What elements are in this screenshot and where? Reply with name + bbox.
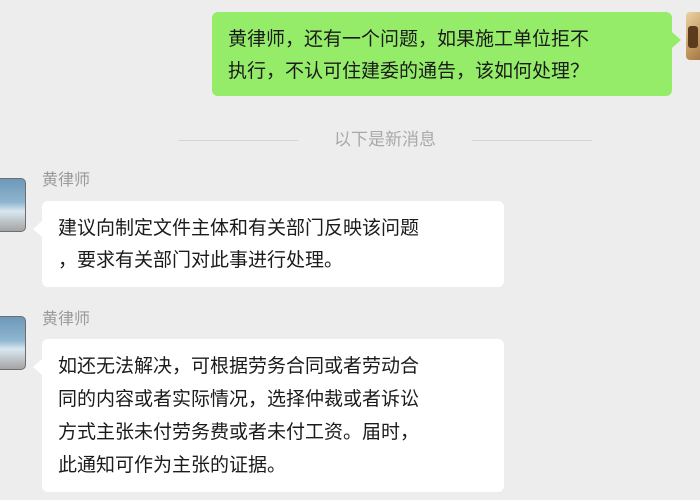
outgoing-message-bubble[interactable]: 黄律师，还有一个问题，如果施工单位拒不 执行，不认可住建委的通告，该如何处理？	[212, 12, 681, 96]
sender-name: 黄律师	[42, 309, 91, 328]
incoming-message-bubble[interactable]: 建议向制定文件主体和有关部门反映该问题 ，要求有关部门对此事进行处理。	[33, 201, 504, 287]
new-messages-label: 以下是新消息	[334, 130, 436, 150]
chat-window: 黄律师，还有一个问题，如果施工单位拒不 执行，不认可住建委的通告，该如何处理？ …	[0, 0, 700, 500]
incoming-message-line: 方式主张未付劳务费或者未付工资。届时，	[58, 421, 420, 443]
outgoing-message-line: 执行，不认可住建委的通告，该如何处理？	[228, 60, 590, 82]
self-avatar[interactable]	[686, 12, 700, 60]
outgoing-message-line: 黄律师，还有一个问题，如果施工单位拒不	[228, 28, 590, 50]
contact-avatar[interactable]	[0, 178, 26, 232]
incoming-message-line: 此通知可作为主张的证据。	[58, 454, 287, 476]
incoming-message-line: ，要求有关部门对此事进行处理。	[58, 249, 344, 271]
incoming-message-line: 同的内容或者实际情况，选择仲裁或者诉讼	[58, 388, 420, 410]
incoming-message-line: 建议向制定文件主体和有关部门反映该问题	[58, 217, 420, 239]
incoming-message-bubble[interactable]: 如还无法解决，可根据劳务合同或者劳动合 同的内容或者实际情况，选择仲裁或者诉讼 …	[33, 339, 504, 492]
contact-avatar[interactable]	[0, 316, 26, 370]
new-messages-divider: 以下是新消息	[178, 128, 592, 152]
incoming-message-line: 如还无法解决，可根据劳务合同或者劳动合	[58, 355, 420, 377]
sender-name: 黄律师	[42, 170, 91, 189]
